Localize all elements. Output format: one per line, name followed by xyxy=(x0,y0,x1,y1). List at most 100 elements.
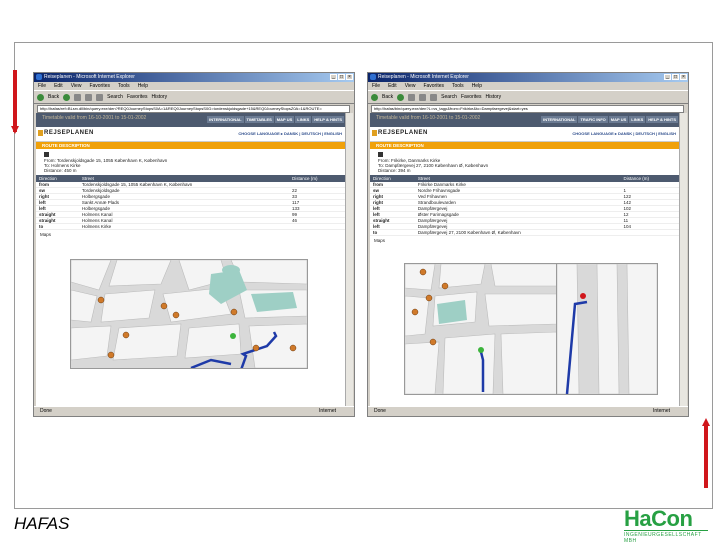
status-bar: Done Internet xyxy=(34,406,354,416)
red-accent-bar xyxy=(13,70,17,132)
col-distance: Distance (m) xyxy=(289,175,346,182)
forward-icon[interactable] xyxy=(63,93,71,101)
nav-timetables[interactable]: TIMETABLES xyxy=(244,116,274,123)
brand-logo[interactable]: REJSEPLANEN xyxy=(378,130,428,136)
brand-icon xyxy=(372,130,377,136)
back-button[interactable]: Back xyxy=(382,94,393,100)
toolbar: Back Search Favorites History xyxy=(34,90,354,104)
route-table: Direction Street Distance (m) from Frikirke… xyxy=(370,175,680,236)
maximize-icon[interactable]: □ xyxy=(672,74,679,80)
logo-wordmark: HaCon xyxy=(624,506,693,531)
cell-dir: to xyxy=(370,229,415,236)
home-icon[interactable] xyxy=(96,93,104,101)
section-title: ROUTE DESCRIPTION xyxy=(36,142,346,149)
brand-row: REJSEPLANEN CHOOSE LANGUAGE ▸ DANSK | DE… xyxy=(36,127,346,142)
minimize-icon[interactable]: _ xyxy=(330,74,337,80)
menu-edit[interactable]: Edit xyxy=(54,82,63,90)
back-icon[interactable] xyxy=(37,93,44,101)
walk-icon xyxy=(44,152,49,157)
table-row: to Dampfærgevej 27, 2100 København Ø, Køb… xyxy=(370,229,680,236)
menu-bar: File Edit View Favorites Tools Help xyxy=(368,82,688,90)
street-map-graphic xyxy=(71,260,307,368)
down-arrow-icon xyxy=(11,126,19,134)
cell-street: Holmens Kirke xyxy=(78,223,290,230)
route-map[interactable] xyxy=(70,259,308,369)
history-button[interactable]: History xyxy=(152,94,168,100)
close-icon[interactable]: × xyxy=(680,74,687,80)
title-bar[interactable]: Reiseplanen - Microsoft Internet Explore… xyxy=(368,73,688,82)
timetable-validity: Timetable valid from 16-10-2001 to 15-01… xyxy=(42,115,147,121)
nav-international[interactable]: INTERNATIONAL xyxy=(541,116,578,123)
brand-logo[interactable]: REJSEPLANEN xyxy=(44,130,94,136)
menu-edit[interactable]: Edit xyxy=(388,82,397,90)
col-street: Street xyxy=(78,175,290,182)
brand-row: REJSEPLANEN CHOOSE LANGUAGE ▸ DANSK | DE… xyxy=(370,127,680,142)
cell-dist xyxy=(620,229,680,236)
nav-map[interactable]: MAP US xyxy=(608,116,629,123)
col-distance: Distance (m) xyxy=(620,175,680,182)
favorites-button[interactable]: Favorites xyxy=(127,94,148,100)
vertical-scrollbar[interactable] xyxy=(345,113,353,407)
stop-icon[interactable] xyxy=(408,93,416,101)
section-title: ROUTE DESCRIPTION xyxy=(370,142,680,149)
route-summary: From: Tordenskjoldsgade 15, 1055 Københa… xyxy=(36,149,346,175)
maximize-icon[interactable]: □ xyxy=(338,74,345,80)
status-text: Done xyxy=(40,408,52,414)
language-chooser[interactable]: CHOOSE LANGUAGE ▸ DANSK | DEUTSCH | ENGL… xyxy=(238,131,342,136)
red-accent-bar xyxy=(704,424,708,488)
menu-help[interactable]: Help xyxy=(138,82,148,90)
minimize-icon[interactable]: _ xyxy=(664,74,671,80)
address-input[interactable]: http://hafas/ref=BLsrv.dll/bin/query.exe… xyxy=(37,104,350,113)
address-input[interactable]: http://hafas/bin/query.exe/den?L=vs_tagp… xyxy=(371,104,684,113)
favorites-button[interactable]: Favorites xyxy=(461,94,482,100)
timetable-validity: Timetable valid from 16-10-2001 to 15-01… xyxy=(376,115,481,121)
refresh-icon[interactable] xyxy=(419,93,427,101)
vertical-scrollbar[interactable] xyxy=(679,113,687,407)
col-street: Street xyxy=(414,175,621,182)
browser-window-left: Reiseplanen - Microsoft Internet Explore… xyxy=(33,72,355,417)
up-arrow-icon xyxy=(702,418,710,426)
nav-international[interactable]: INTERNATIONAL xyxy=(207,116,244,123)
route-table: Direction Street Distance (m) from Tordensk… xyxy=(36,175,346,230)
brand-icon xyxy=(38,130,43,136)
menu-file[interactable]: File xyxy=(372,82,380,90)
back-button[interactable]: Back xyxy=(48,94,59,100)
search-button[interactable]: Search xyxy=(107,94,123,100)
nav-help[interactable]: HELP & HINTS xyxy=(646,116,678,123)
menu-file[interactable]: File xyxy=(38,82,46,90)
history-button[interactable]: History xyxy=(486,94,502,100)
nav-map[interactable]: MAP US xyxy=(274,116,295,123)
nav-traffic-info[interactable]: TRAFIC INFO xyxy=(578,116,608,123)
menu-view[interactable]: View xyxy=(405,82,416,90)
home-icon[interactable] xyxy=(430,93,438,101)
menu-favorites[interactable]: Favorites xyxy=(89,82,110,90)
window-title: Reiseplanen - Microsoft Internet Explore… xyxy=(44,74,135,80)
back-icon[interactable] xyxy=(371,93,378,101)
stop-icon[interactable] xyxy=(74,93,82,101)
nav-links[interactable]: LINKS xyxy=(629,116,646,123)
menu-view[interactable]: View xyxy=(71,82,82,90)
close-icon[interactable]: × xyxy=(346,74,353,80)
route-distance: Distance: 450 m xyxy=(44,168,77,173)
nav-links[interactable]: LINKS xyxy=(295,116,312,123)
language-chooser[interactable]: CHOOSE LANGUAGE ▸ DANSK | DEUTSCH | ENGL… xyxy=(572,131,676,136)
nav-help[interactable]: HELP & HINTS xyxy=(312,116,344,123)
toolbar: Back Search Favorites History xyxy=(368,90,688,104)
browser-icon xyxy=(36,74,42,80)
menu-help[interactable]: Help xyxy=(472,82,482,90)
refresh-icon[interactable] xyxy=(85,93,93,101)
cell-street: Dampfærgevej 27, 2100 København Ø, Køben… xyxy=(414,229,621,236)
col-direction: Direction xyxy=(370,175,415,182)
forward-icon[interactable] xyxy=(397,93,405,101)
menu-favorites[interactable]: Favorites xyxy=(423,82,444,90)
menu-tools[interactable]: Tools xyxy=(118,82,130,90)
search-button[interactable]: Search xyxy=(441,94,457,100)
route-map-detail[interactable] xyxy=(556,263,658,395)
menu-bar: File Edit View Favorites Tools Help xyxy=(34,82,354,90)
title-bar[interactable]: Reiseplanen - Microsoft Internet Explore… xyxy=(34,73,354,82)
route-map[interactable] xyxy=(404,263,558,395)
browser-icon xyxy=(370,74,376,80)
menu-tools[interactable]: Tools xyxy=(452,82,464,90)
window-title: Reiseplanen - Microsoft Internet Explore… xyxy=(378,74,469,80)
cell-dist xyxy=(289,223,346,230)
